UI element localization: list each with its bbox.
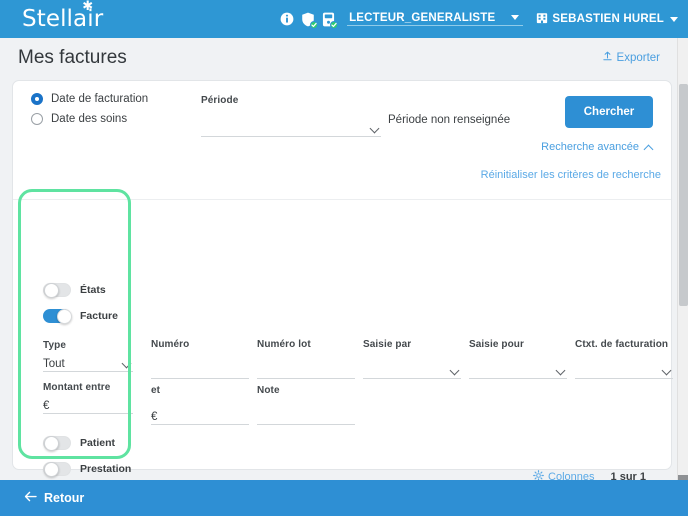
search-card: Date de facturation Date des soins Pério…: [12, 80, 672, 470]
et-field: et €: [151, 385, 249, 425]
export-label: Exporter: [617, 52, 660, 64]
chevron-down-icon: [557, 367, 565, 375]
radio-label: Date des soins: [51, 113, 127, 125]
et-value: €: [151, 411, 157, 423]
toggle-switch: [43, 283, 71, 297]
sparkle-icon: ✱: [82, 0, 93, 13]
toggle-label: Facture: [80, 310, 118, 322]
shield-check-icon[interactable]: [301, 12, 315, 27]
toggle-knob: [44, 283, 59, 298]
user-name-label: SEBASTIEN HUREL: [552, 13, 664, 25]
radio-label: Date de facturation: [51, 93, 148, 105]
periode-status-text: Période non renseignée: [388, 114, 510, 126]
montant-label: Montant entre: [43, 382, 133, 393]
saisie-pour-field: Saisie pour: [469, 339, 567, 379]
reader-select-value: LECTEUR_GENERALISTE: [349, 12, 495, 24]
ctxt-facturation-select[interactable]: [575, 361, 673, 379]
ctxt-facturation-label: Ctxt. de facturation: [575, 339, 673, 350]
periode-select[interactable]: [201, 119, 381, 137]
et-label: et: [151, 385, 249, 396]
application-window: Stellair ✱: [0, 0, 688, 516]
periode-label: Période: [201, 95, 381, 106]
toggle-knob: [57, 309, 72, 324]
type-label: Type: [43, 340, 133, 351]
building-icon: [536, 12, 548, 27]
radio-date-facturation[interactable]: Date de facturation: [31, 89, 148, 109]
saisie-pour-select[interactable]: [469, 361, 567, 379]
numero-lot-input[interactable]: [257, 361, 355, 379]
chevron-down-icon: [451, 367, 459, 375]
saisie-par-field: Saisie par: [363, 339, 461, 379]
card-reader-check-icon[interactable]: [322, 12, 335, 27]
note-label: Note: [257, 385, 355, 396]
chevron-down-icon: [371, 125, 379, 133]
montant-field: Montant entre €: [43, 382, 133, 414]
ctxt-facturation-field: Ctxt. de facturation: [575, 339, 673, 379]
numero-input[interactable]: [151, 361, 249, 379]
user-menu[interactable]: SEBASTIEN HUREL: [536, 12, 678, 27]
numero-label: Numéro: [151, 339, 249, 350]
search-button[interactable]: Chercher: [565, 96, 653, 128]
toggle-label: États: [80, 284, 106, 296]
app-logo[interactable]: Stellair ✱: [22, 6, 103, 32]
montant-value: €: [43, 400, 49, 412]
numero-lot-label: Numéro lot: [257, 339, 355, 350]
spacer: [43, 414, 133, 424]
type-field: Type Tout: [43, 340, 133, 372]
saisie-pour-label: Saisie pour: [469, 339, 567, 350]
info-icon[interactable]: [280, 12, 294, 26]
chevron-down-icon: [663, 367, 671, 375]
note-field: Note: [257, 385, 355, 425]
topbar-right-group: LECTEUR_GENERALISTE SEBASTIEN HUREL: [280, 0, 688, 38]
page-title: Mes factures: [18, 47, 127, 69]
date-type-radio-group: Date de facturation Date des soins: [31, 89, 148, 129]
chevron-up-icon: [644, 144, 653, 150]
toggle-facture[interactable]: Facture: [43, 305, 133, 327]
type-select[interactable]: Tout: [43, 354, 133, 372]
saisie-par-select[interactable]: [363, 361, 461, 379]
footer-bar: Retour: [0, 480, 688, 516]
radio-indicator: [31, 113, 43, 125]
et-input[interactable]: €: [151, 407, 249, 425]
reader-select[interactable]: LECTEUR_GENERALISTE: [347, 12, 523, 26]
status-check-badge: [330, 21, 338, 29]
toggle-switch: [43, 309, 71, 323]
scrollbar-thumb[interactable]: [679, 84, 688, 306]
upload-icon: [602, 51, 613, 65]
section-divider: [13, 199, 671, 200]
toggle-etats[interactable]: États: [43, 279, 133, 301]
radio-indicator: [31, 93, 43, 105]
note-input[interactable]: [257, 407, 355, 425]
chevron-down-icon: [511, 15, 519, 20]
toggle-switch: [43, 436, 71, 450]
export-button[interactable]: Exporter: [602, 51, 660, 65]
reset-criteria-link[interactable]: Réinitialiser les critères de recherche: [481, 169, 661, 181]
radio-date-soins[interactable]: Date des soins: [31, 109, 148, 129]
toggle-patient[interactable]: Patient: [43, 432, 133, 454]
vertical-scrollbar[interactable]: [677, 38, 688, 480]
saisie-par-label: Saisie par: [363, 339, 461, 350]
back-label: Retour: [44, 491, 84, 505]
back-button[interactable]: Retour: [24, 491, 84, 505]
toggle-label: Patient: [80, 437, 115, 449]
type-value: Tout: [43, 358, 65, 370]
numero-lot-field: Numéro lot: [257, 339, 355, 379]
chevron-down-icon: [670, 17, 678, 22]
montant-input[interactable]: €: [43, 396, 133, 414]
advanced-search-label: Recherche avancée: [541, 141, 639, 153]
toggle-knob: [44, 436, 59, 451]
status-check-badge: [310, 21, 318, 29]
numero-field: Numéro: [151, 339, 249, 379]
page-header: Mes factures Exporter: [0, 38, 678, 78]
periode-field: Période: [201, 95, 381, 137]
top-navigation-bar: Stellair ✱: [0, 0, 688, 38]
chevron-down-icon: [123, 360, 131, 368]
arrow-left-icon: [24, 491, 37, 505]
advanced-search-toggle[interactable]: Recherche avancée: [541, 141, 653, 153]
